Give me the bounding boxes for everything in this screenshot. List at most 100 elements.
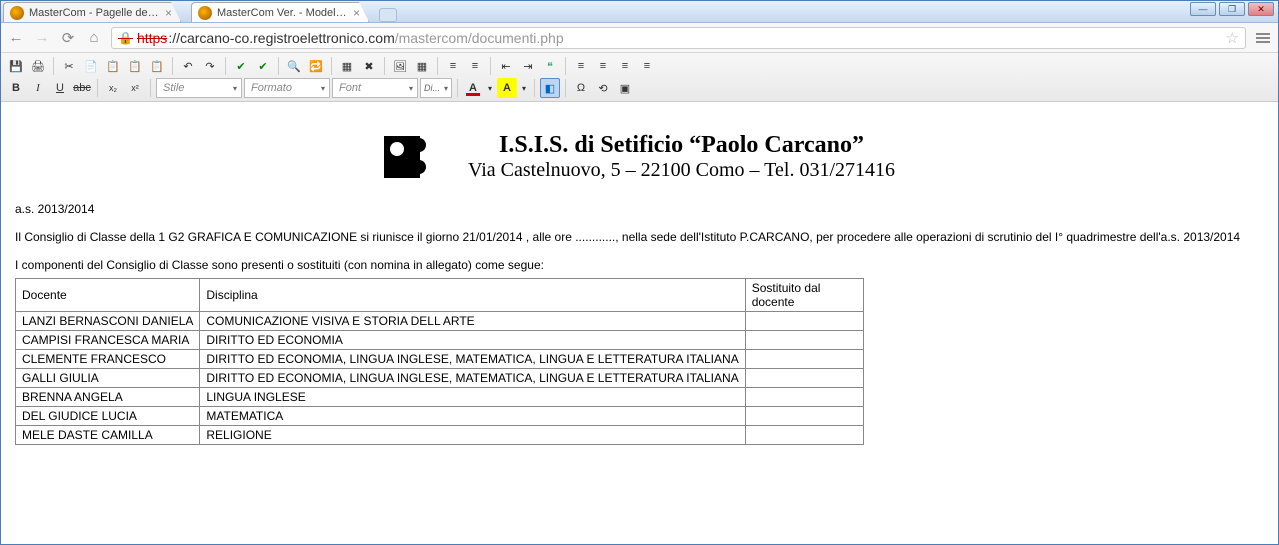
subscript-button[interactable]: x₂ [103,78,123,98]
source-icon[interactable]: ⟲ [593,78,613,98]
select-all-icon[interactable]: ▦ [337,56,357,76]
special-char-icon[interactable]: Ω [571,78,591,98]
favicon-icon [10,6,24,20]
forward-button[interactable]: → [33,29,51,47]
find-icon[interactable]: 🔍 [284,56,304,76]
paste-text-icon[interactable]: 📋 [125,56,145,76]
spellcheck-icon[interactable]: ✔ [231,56,251,76]
address-bar[interactable]: 🔒 https ://carcano-co.registroelettronic… [111,27,1246,49]
close-window-button[interactable]: ✕ [1248,2,1274,16]
table-icon[interactable]: ▦ [412,56,432,76]
strike-button[interactable]: abc [72,78,92,98]
editor-toolbar: 💾 🖨 ✂ 📄 📋 📋 📋 ↶ ↷ ✔ ✔ 🔍 🔁 ▦ ✖ 🖼 ▦ ≡ [1,53,1278,102]
maximize-button[interactable]: ❐ [1219,2,1245,16]
cell-sost [745,312,863,331]
outdent-icon[interactable]: ⇤ [496,56,516,76]
new-tab-button[interactable] [379,8,397,22]
paragraph-components: I componenti del Consiglio di Classe son… [15,258,1264,272]
minimize-button[interactable]: — [1190,2,1216,16]
italic-button[interactable]: I [28,78,48,98]
superscript-button[interactable]: x² [125,78,145,98]
table-row: GALLI GIULIADIRITTO ED ECONOMIA, LINGUA … [16,369,864,388]
cell-disciplina: COMUNICAZIONE VISIVA E STORIA DELL ARTE [200,312,745,331]
tab-label: MasterCom Ver. - Modello di [217,7,347,19]
school-logo-icon [384,132,444,182]
tab-label: MasterCom - Pagelle del Prof [29,7,159,19]
tab-close-icon[interactable]: × [353,6,360,20]
remove-format-icon[interactable]: ✖ [359,56,379,76]
bg-color-button[interactable]: A [497,78,517,98]
toolbar-row-2: B I U abc x₂ x² Stile Formato Font Di...… [3,77,1276,99]
tab-inactive[interactable]: MasterCom - Pagelle del Prof × [3,2,181,22]
underline-button[interactable]: U [50,78,70,98]
print-icon[interactable]: 🖨 [28,56,48,76]
unordered-list-icon[interactable]: ≡ [443,56,463,76]
bookmark-star-icon[interactable]: ☆ [1226,29,1239,47]
align-right-icon[interactable]: ≡ [615,56,635,76]
cell-disciplina: DIRITTO ED ECONOMIA, LINGUA INGLESE, MAT… [200,350,745,369]
browser-window: MasterCom - Pagelle del Prof × MasterCom… [0,0,1279,545]
image-icon[interactable]: 🖼 [390,56,410,76]
table-row: DEL GIUDICE LUCIAMATEMATICA [16,407,864,426]
url-domain: ://carcano-co.registroelettronico.com [168,30,394,46]
back-button[interactable]: ← [7,29,25,47]
cell-disciplina: DIRITTO ED ECONOMIA, LINGUA INGLESE, MAT… [200,369,745,388]
toolbar-row-1: 💾 🖨 ✂ 📄 📋 📋 📋 ↶ ↷ ✔ ✔ 🔍 🔁 ▦ ✖ 🖼 ▦ ≡ [3,55,1276,77]
insecure-lock-icon: 🔒 [118,31,133,45]
url-path: /mastercom/documenti.php [395,30,564,46]
cell-disciplina: MATEMATICA [200,407,745,426]
cell-docente: MELE DASTE CAMILLA [16,426,200,445]
font-combo[interactable]: Font [332,78,418,98]
cell-sost [745,388,863,407]
ordered-list-icon[interactable]: ≡ [465,56,485,76]
cut-icon[interactable]: ✂ [59,56,79,76]
document-body[interactable]: I.S.I.S. di Setificio “Paolo Carcano” Vi… [1,102,1278,455]
cell-docente: CLEMENTE FRANCESCO [16,350,200,369]
text-color-dropdown-icon[interactable]: ▾ [485,78,495,98]
blockquote-icon[interactable]: ❝ [540,56,560,76]
table-header-row: Docente Disciplina Sostituito dal docent… [16,279,864,312]
indent-icon[interactable]: ⇥ [518,56,538,76]
window-controls: — ❐ ✕ [1190,2,1274,16]
save-icon[interactable]: 💾 [6,56,26,76]
maximize-editor-icon[interactable]: ▣ [615,78,635,98]
cell-disciplina: RELIGIONE [200,426,745,445]
undo-icon[interactable]: ↶ [178,56,198,76]
align-justify-icon[interactable]: ≡ [637,56,657,76]
tab-active[interactable]: MasterCom Ver. - Modello di × [191,2,369,22]
letterhead: I.S.I.S. di Setificio “Paolo Carcano” Vi… [15,132,1264,182]
align-left-icon[interactable]: ≡ [571,56,591,76]
show-blocks-icon[interactable]: ◧ [540,78,560,98]
spellcheck-toggle-icon[interactable]: ✔ [253,56,273,76]
navigation-bar: ← → ⟳ ⌂ 🔒 https ://carcano-co.registroel… [1,23,1278,53]
cell-docente: CAMPISI FRANCESCA MARIA [16,331,200,350]
cell-docente: DEL GIUDICE LUCIA [16,407,200,426]
paste-icon[interactable]: 📋 [103,56,123,76]
paste-word-icon[interactable]: 📋 [147,56,167,76]
school-address: Via Castelnuovo, 5 – 22100 Como – Tel. 0… [468,159,895,182]
titlebar: MasterCom - Pagelle del Prof × MasterCom… [1,1,1278,23]
replace-icon[interactable]: 🔁 [306,56,326,76]
cell-sost [745,407,863,426]
reload-button[interactable]: ⟳ [59,29,77,47]
align-center-icon[interactable]: ≡ [593,56,613,76]
teachers-table: Docente Disciplina Sostituito dal docent… [15,278,864,445]
cell-docente: GALLI GIULIA [16,369,200,388]
text-color-button[interactable]: A [463,78,483,98]
url-scheme: https [137,30,167,46]
tab-close-icon[interactable]: × [165,6,172,20]
style-combo[interactable]: Stile [156,78,242,98]
redo-icon[interactable]: ↷ [200,56,220,76]
bg-color-dropdown-icon[interactable]: ▾ [519,78,529,98]
document-viewport[interactable]: I.S.I.S. di Setificio “Paolo Carcano” Vi… [1,102,1278,543]
fontsize-combo[interactable]: Di... [420,78,452,98]
table-row: CAMPISI FRANCESCA MARIADIRITTO ED ECONOM… [16,331,864,350]
home-button[interactable]: ⌂ [85,29,103,47]
col-sostituito: Sostituito dal docente [745,279,863,312]
copy-icon[interactable]: 📄 [81,56,101,76]
col-disciplina: Disciplina [200,279,745,312]
hamburger-menu-button[interactable] [1254,29,1272,47]
bold-button[interactable]: B [6,78,26,98]
format-combo[interactable]: Formato [244,78,330,98]
col-docente: Docente [16,279,200,312]
